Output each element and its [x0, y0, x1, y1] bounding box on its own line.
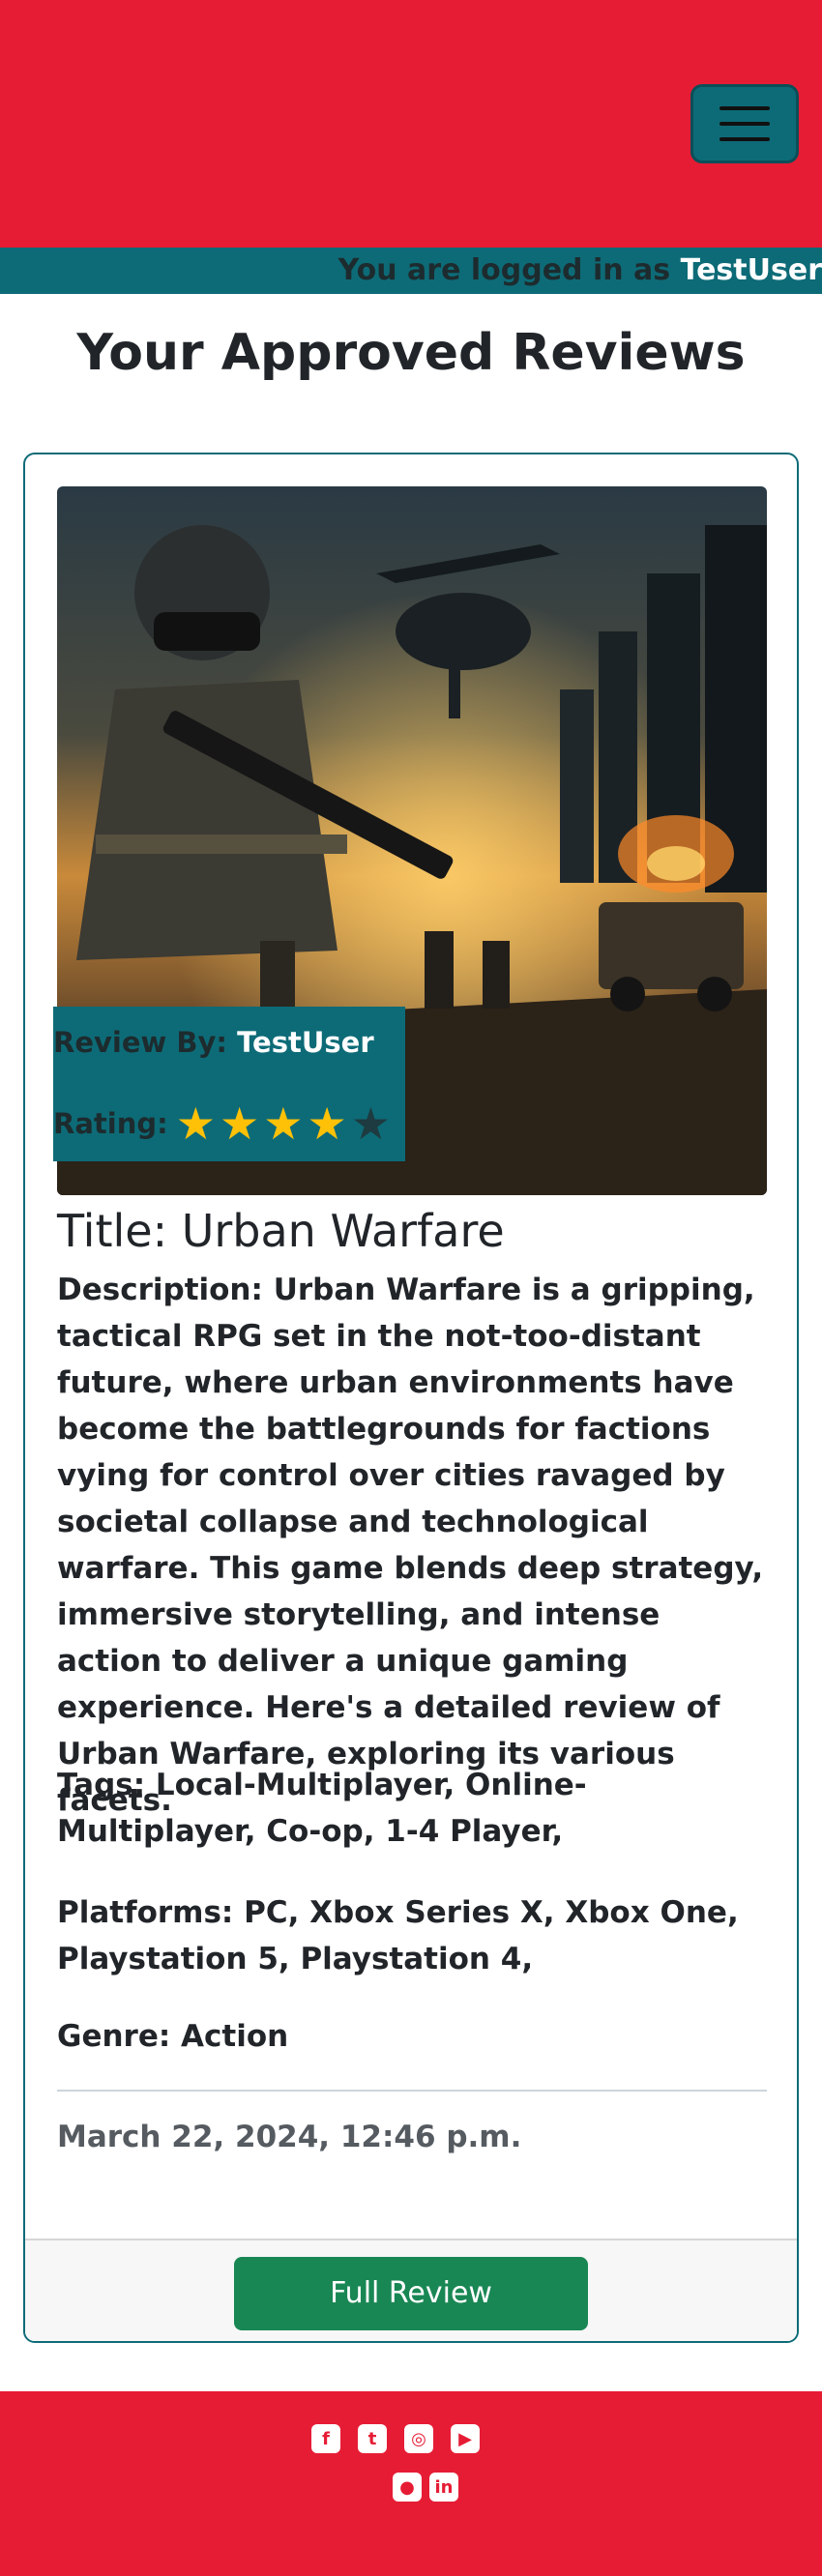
login-status: You are logged in as TestUser [0, 248, 822, 294]
hamburger-icon-bar [719, 137, 770, 141]
instagram-icon[interactable]: ◎ [404, 2424, 433, 2453]
youtube-icon[interactable]: ▶ [451, 2424, 480, 2453]
star-filled-icon: ★ [219, 1098, 260, 1150]
page-title: Your Approved Reviews [76, 324, 746, 382]
hamburger-icon-bar [719, 122, 770, 126]
hamburger-icon [719, 106, 770, 110]
rating-label: Rating: [53, 1107, 168, 1140]
star-empty-icon: ★ [350, 1098, 391, 1150]
review-description: Description: Urban Warfare is a gripping… [57, 1273, 764, 1818]
facebook-icon[interactable]: f [311, 2424, 340, 2453]
review-title: Title: Urban Warfare [57, 1205, 505, 1257]
star-filled-icon: ★ [263, 1098, 304, 1150]
footer: f t ◎ ▶ ● in [0, 2391, 822, 2576]
linkedin-icon[interactable]: in [429, 2473, 458, 2502]
review-by-label: Review By: [53, 1026, 228, 1059]
social-links-row-2: ● in [393, 2473, 458, 2502]
review-date: March 22, 2024, 12:46 p.m. [57, 2120, 522, 2154]
login-prefix: You are logged in as [338, 253, 681, 287]
review-by-user: TestUser [237, 1026, 374, 1059]
review-by: Review By: TestUser [53, 1026, 374, 1059]
review-meta-overlay: Review By: TestUser Rating: ★ ★ ★ ★ ★ [53, 1007, 405, 1161]
divider [57, 2090, 767, 2092]
navbar [0, 0, 822, 248]
star-filled-icon: ★ [307, 1098, 347, 1150]
review-card: Review By: TestUser Rating: ★ ★ ★ ★ ★ Title:… [23, 453, 799, 2343]
card-footer: Full Review [25, 2239, 797, 2341]
full-review-button[interactable]: Full Review [234, 2257, 588, 2330]
review-genre: Genre: Action [57, 2019, 289, 2054]
login-username: TestUser [680, 253, 822, 287]
review-platforms: Platforms: PC, Xbox Series X, Xbox One, … [57, 1895, 739, 1976]
rating-stars: ★ ★ ★ ★ ★ [176, 1101, 391, 1146]
review-tags: Tags: Local-Multiplayer, Online-Multipla… [57, 1768, 587, 1849]
social-links-row-1: f t ◎ ▶ [311, 2424, 480, 2453]
menu-toggle-button[interactable] [690, 84, 799, 163]
twitter-icon[interactable]: t [358, 2424, 387, 2453]
github-icon[interactable]: ● [393, 2473, 422, 2502]
rating: Rating: ★ ★ ★ ★ ★ [53, 1101, 391, 1146]
star-filled-icon: ★ [175, 1098, 216, 1150]
